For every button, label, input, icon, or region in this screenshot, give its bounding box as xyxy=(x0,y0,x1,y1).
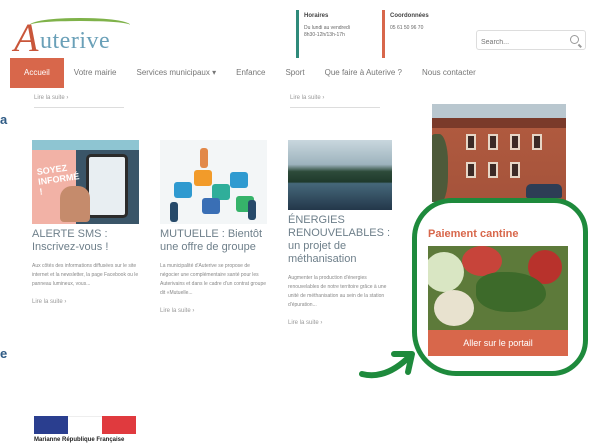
marianne-text: Marianne République Française xyxy=(34,437,125,443)
search-icon[interactable] xyxy=(570,35,579,44)
nav-item-que-faire[interactable]: Que faire à Auterive ? xyxy=(315,58,412,88)
lake-thumbnail[interactable] xyxy=(288,140,392,210)
news-card-energies: ÉNERGIES RENOUVELABLES : un projet de mé… xyxy=(288,140,395,326)
thumb-strip xyxy=(32,140,139,150)
cantine-title: Paiement cantine xyxy=(428,228,519,240)
logo-letter: A xyxy=(14,15,39,60)
puzzle-piece xyxy=(174,182,192,198)
town-hall-photo xyxy=(432,104,566,202)
roof xyxy=(432,118,566,128)
person-figure xyxy=(248,200,256,220)
read-more-link-top-1[interactable]: Lire la suite › xyxy=(34,95,124,108)
hours-line-1: Du lundi au vendredi xyxy=(304,25,350,31)
window xyxy=(466,162,476,178)
nav-item-services-municipaux[interactable]: Services municipaux ▾ xyxy=(126,58,226,88)
contact-title: Coordonnées xyxy=(390,13,429,19)
annotation-arrow-icon xyxy=(359,351,415,379)
card-title[interactable]: ÉNERGIES RENOUVELABLES : un projet de mé… xyxy=(288,214,395,266)
cantine-widget: Paiement cantine Aller sur le portail xyxy=(428,228,568,356)
read-more-label: Lire la suite xyxy=(288,320,319,326)
person-figure xyxy=(170,202,178,222)
flag-red xyxy=(102,416,136,434)
hours-title: Horaires xyxy=(304,13,329,19)
logo-text: uterive xyxy=(40,28,111,54)
read-more-link[interactable]: Lire la suite › xyxy=(160,308,267,314)
nav-item-votre-mairie[interactable]: Votre mairie xyxy=(64,58,127,88)
hand-image xyxy=(60,186,90,222)
hours-bar xyxy=(296,10,299,58)
edge-label-e: e xyxy=(0,346,8,361)
search-box xyxy=(476,30,586,52)
onion xyxy=(434,290,474,326)
read-more-link[interactable]: Lire la suite › xyxy=(32,299,139,305)
contact-block: Coordonnées 05 61 50 96 70 xyxy=(382,10,458,58)
main-nav: Accueil Votre mairie Services municipaux… xyxy=(10,58,590,88)
read-more-label: Lire la suite xyxy=(290,95,321,101)
window xyxy=(510,162,520,178)
news-card-mutuelle: MUTUELLE : Bientôt une offre de groupe L… xyxy=(160,140,267,314)
nav-label-services: Services municipaux xyxy=(136,68,210,77)
window xyxy=(466,134,476,150)
window xyxy=(488,134,498,150)
read-more-label: Lire la suite xyxy=(160,308,191,314)
nav-item-accueil[interactable]: Accueil xyxy=(10,58,64,88)
hours-block: Horaires Du lundi au vendredi 8h30-12h/1… xyxy=(296,10,372,58)
read-more-link[interactable]: Lire la suite › xyxy=(288,320,395,326)
window xyxy=(510,134,520,150)
vegetables-image xyxy=(428,246,568,330)
edge-label-a: a xyxy=(0,112,8,127)
card-description: Augmenter la production d'énergies renou… xyxy=(288,275,387,308)
cucumber xyxy=(476,272,546,312)
card-title[interactable]: ALERTE SMS : Inscrivez-vous ! xyxy=(32,228,139,254)
tree xyxy=(432,134,448,202)
chevron-down-icon: ▾ xyxy=(212,68,217,77)
sms-thumbnail[interactable]: SOYEZ INFORMÉ ! xyxy=(32,140,139,224)
card-description: La municipalité d'Auterive se propose de… xyxy=(160,263,267,296)
flag-blue xyxy=(34,416,68,434)
puzzle-thumbnail[interactable] xyxy=(160,140,267,224)
news-card-sms: SOYEZ INFORMÉ ! ALERTE SMS : Inscrivez-v… xyxy=(32,140,139,305)
nav-item-sport[interactable]: Sport xyxy=(275,58,314,88)
read-more-link-top-2[interactable]: Lire la suite › xyxy=(290,95,380,108)
read-more-label: Lire la suite xyxy=(32,299,63,305)
card-description: Aux côtés des informations diffusées sur… xyxy=(32,263,139,287)
hours-line-2: 8h30-12h/13h-17h xyxy=(304,32,345,38)
window xyxy=(488,162,498,178)
contact-phone[interactable]: 05 61 50 96 70 xyxy=(390,25,458,32)
marianne-logo: Marianne République Française xyxy=(34,416,136,445)
nav-item-nous-contacter[interactable]: Nous contacter xyxy=(412,58,486,88)
flag-white xyxy=(68,416,102,434)
contact-bar xyxy=(382,10,385,58)
puzzle-piece xyxy=(194,170,212,186)
person-figure xyxy=(200,148,208,168)
car xyxy=(526,184,562,198)
search-input[interactable] xyxy=(481,33,565,52)
nav-item-enfance[interactable]: Enfance xyxy=(226,58,275,88)
cauliflower xyxy=(428,252,464,292)
phone-icon xyxy=(86,154,128,218)
card-title[interactable]: MUTUELLE : Bientôt une offre de groupe xyxy=(160,228,267,254)
site-logo[interactable]: A uterive xyxy=(12,10,132,60)
window xyxy=(532,134,542,150)
puzzle-piece xyxy=(202,198,220,214)
puzzle-piece xyxy=(230,172,248,188)
read-more-label: Lire la suite xyxy=(34,95,65,101)
portal-button[interactable]: Aller sur le portail xyxy=(428,330,568,356)
